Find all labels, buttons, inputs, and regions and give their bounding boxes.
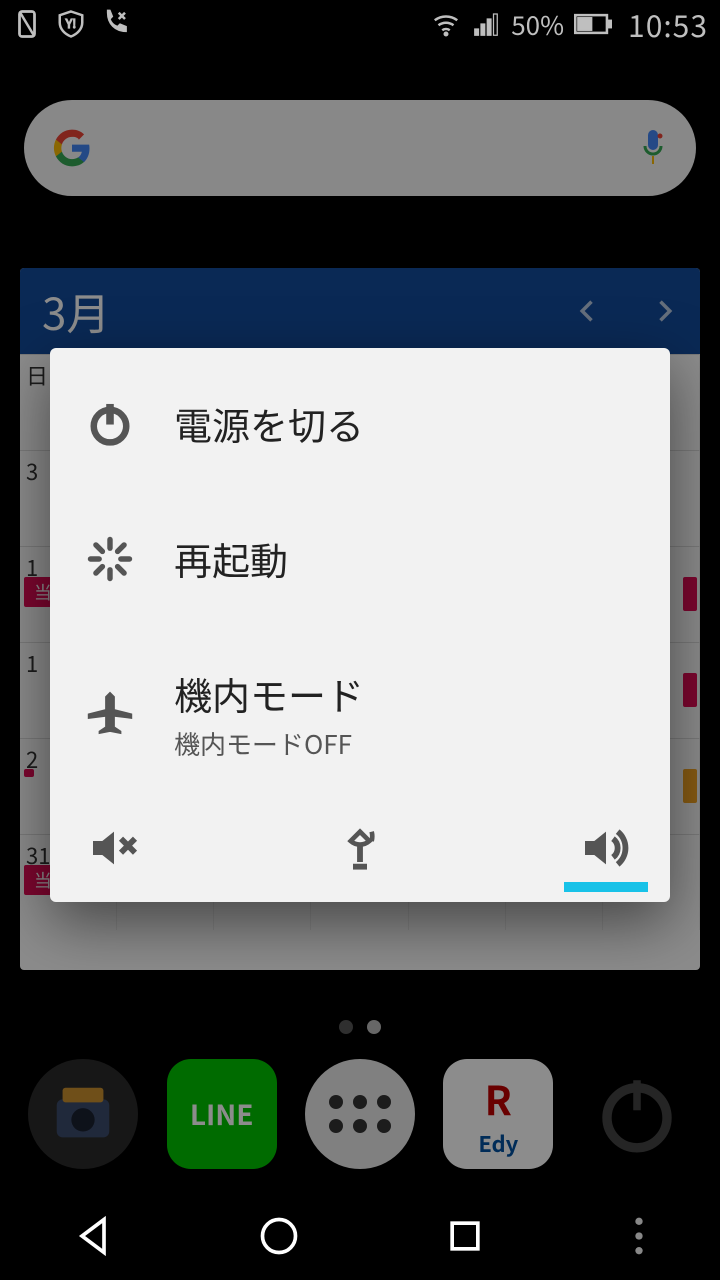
svg-text:Y!: Y! (65, 13, 77, 32)
calendar-header: 3月 (20, 268, 700, 354)
navigation-bar (0, 1192, 720, 1280)
home-button[interactable] (257, 1214, 301, 1258)
calendar-month-label: 3月 (42, 279, 110, 343)
airplane-icon (84, 688, 136, 740)
google-g-icon (52, 128, 92, 168)
restart-label: 再起動 (174, 531, 288, 586)
dock: LINE R Edy (0, 1044, 720, 1184)
clock: 10:53 (628, 2, 708, 46)
page-indicator (0, 1020, 720, 1034)
power-off-item[interactable]: 電源を切る (50, 356, 670, 491)
calendar-next-icon[interactable] (650, 289, 678, 333)
dock-line-app[interactable]: LINE (167, 1059, 277, 1169)
status-bar: Y! 50% 10:53 (0, 0, 720, 48)
edy-label: Edy (478, 1127, 518, 1159)
line-label: LINE (190, 1094, 254, 1134)
signal-icon (471, 9, 501, 39)
apps-grid-icon (329, 1095, 391, 1133)
mute-button[interactable] (78, 820, 150, 876)
overflow-button[interactable] (629, 1214, 649, 1258)
wifi-icon (431, 9, 461, 39)
airplane-sub-label: 機内モードOFF (174, 725, 364, 762)
back-button[interactable] (71, 1214, 115, 1258)
dock-apps-button[interactable] (305, 1059, 415, 1169)
page-dot-active (367, 1020, 381, 1034)
edy-r-label: R (485, 1069, 512, 1127)
vibrate-button[interactable] (324, 820, 396, 876)
power-off-label: 電源を切る (174, 396, 364, 451)
page-dot (339, 1020, 353, 1034)
battery-icon (574, 13, 612, 35)
yahoo-shield-icon: Y! (56, 9, 86, 39)
restart-spinner-icon (84, 533, 136, 585)
calendar-prev-icon[interactable] (574, 289, 602, 333)
recents-button[interactable] (443, 1214, 487, 1258)
sound-mode-row (50, 802, 670, 902)
battery-percent: 50% (511, 6, 564, 43)
dock-camera-app[interactable] (28, 1059, 138, 1169)
airplane-mode-item[interactable]: 機内モード 機内モードOFF (50, 626, 670, 802)
portrait-lock-icon (12, 9, 42, 39)
missed-call-icon (100, 9, 130, 39)
google-search-bar[interactable] (24, 100, 696, 196)
power-menu-dialog: 電源を切る 再起動 機内モード 機内モードOFF (50, 348, 670, 902)
sound-on-button[interactable] (570, 820, 642, 876)
airplane-label: 機内モード (174, 666, 364, 721)
dock-power-button[interactable] (582, 1059, 692, 1169)
mic-icon[interactable] (638, 128, 668, 168)
power-icon (84, 398, 136, 450)
dock-rakuten-edy-app[interactable]: R Edy (443, 1059, 553, 1169)
restart-item[interactable]: 再起動 (50, 491, 670, 626)
